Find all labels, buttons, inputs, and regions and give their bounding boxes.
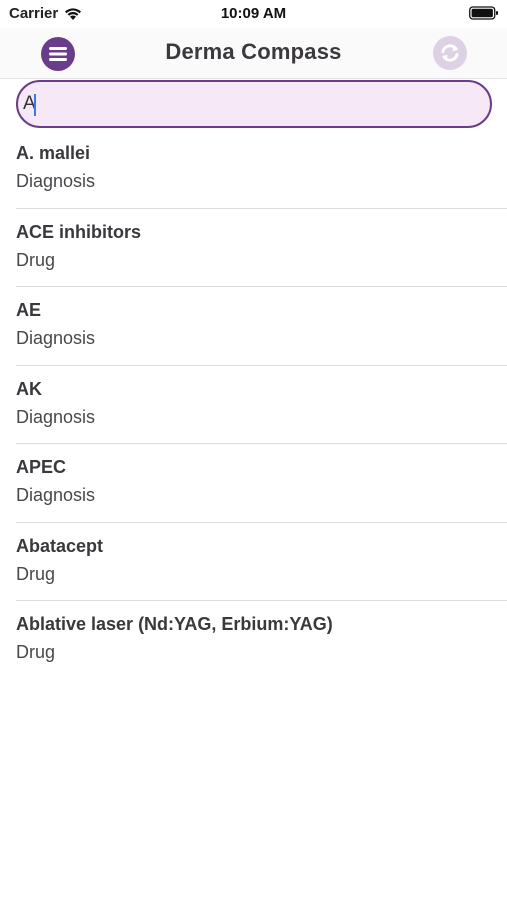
item-name: AE	[16, 300, 42, 320]
item-type: Drug	[16, 249, 56, 270]
item-type: Drug	[16, 642, 56, 662]
page-title: Derma Compass	[165, 39, 342, 64]
item-name: AK	[16, 378, 42, 399]
search-input[interactable]	[18, 82, 490, 126]
list-item[interactable]: AE Diagnosis	[0, 287, 507, 366]
refresh-icon	[441, 44, 459, 62]
list-item[interactable]: Abatacept Drug	[0, 523, 507, 601]
item-type: Drug	[16, 563, 56, 584]
item-type: Diagnosis	[16, 171, 96, 191]
list-item[interactable]: A. mallei Diagnosis	[0, 130, 507, 209]
item-name: APEC	[16, 457, 67, 477]
results-list: A. mallei Diagnosis ACE inhibitors Drug …	[0, 130, 507, 680]
text-cursor	[34, 94, 36, 116]
item-name: Ablative laser (Nd:YAG, Erbium:YAG)	[16, 614, 333, 634]
item-type: Diagnosis	[16, 328, 96, 348]
list-item[interactable]: Ablative laser (Nd:YAG, Erbium:YAG) Drug	[0, 601, 507, 680]
item-name: ACE inhibitors	[16, 221, 141, 242]
item-name: A. mallei	[16, 143, 91, 163]
battery-icon	[469, 5, 499, 21]
status-bar: Carrier 10:09 AM	[0, 0, 507, 28]
list-item[interactable]: APEC Diagnosis	[0, 444, 507, 523]
search-field-container	[16, 80, 492, 128]
item-name: Abatacept	[16, 535, 104, 556]
item-type: Diagnosis	[16, 485, 96, 505]
list-item[interactable]: ACE inhibitors Drug	[0, 209, 507, 287]
item-type: Diagnosis	[16, 406, 96, 427]
list-item[interactable]: AK Diagnosis	[0, 366, 507, 444]
navigation-bar: Derma Compass	[0, 28, 507, 79]
sync-button[interactable]	[433, 36, 467, 70]
status-time: 10:09 AM	[220, 5, 287, 22]
